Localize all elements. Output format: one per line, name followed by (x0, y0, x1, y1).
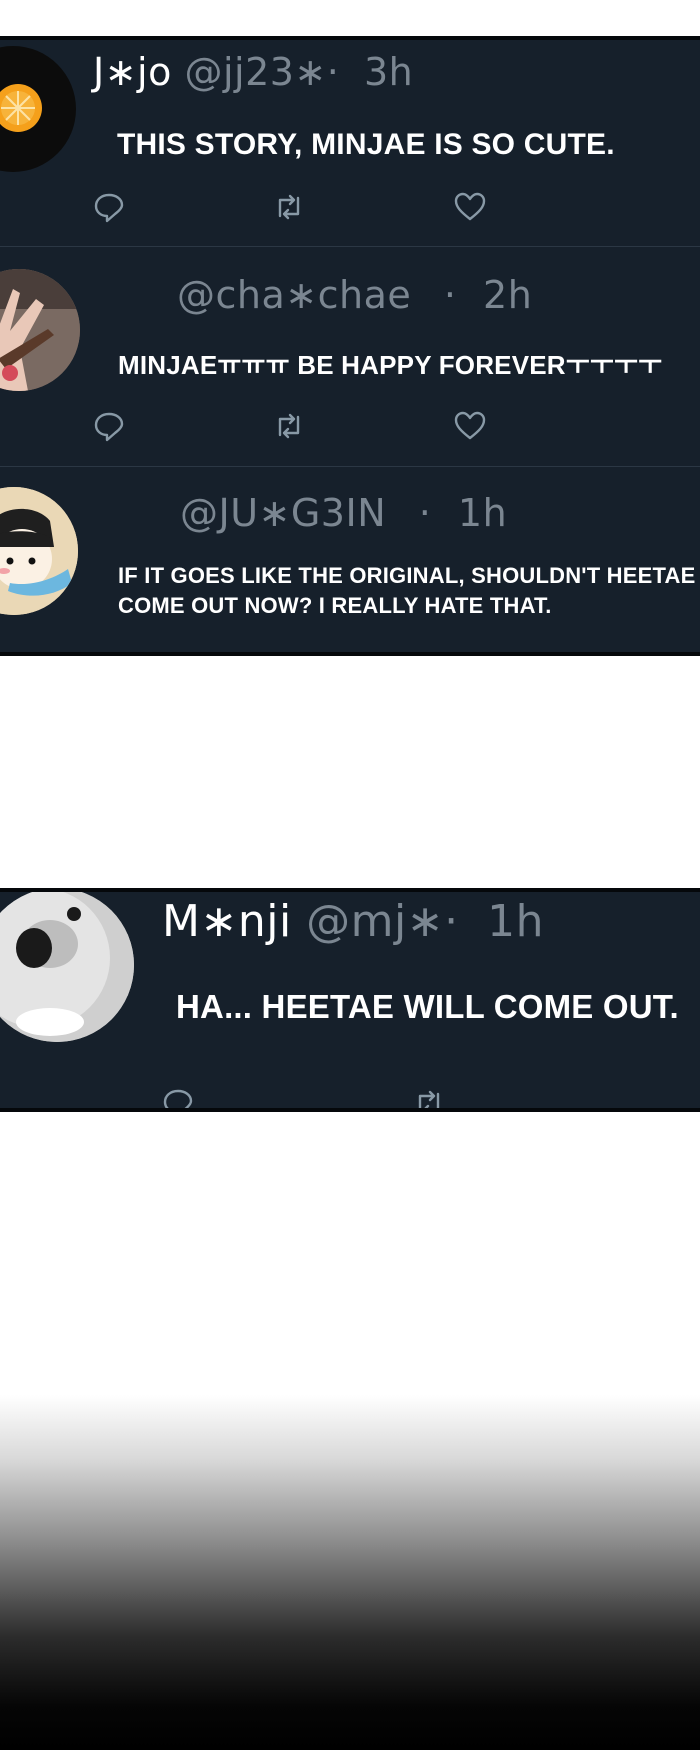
tweet-3-text-line-2: COME OUT NOW? I REALLY HATE THAT. (118, 593, 552, 618)
display-name[interactable]: J∗jo (93, 50, 172, 94)
like-icon (454, 411, 486, 440)
tweet-3-header: @JU∗G3IN · 1h (180, 491, 507, 535)
tweet-2[interactable]: @cha∗chae · 2h MINJAEㅠㅠㅠ BE HAPPY FOREVE… (0, 247, 700, 466)
hand-photo-icon (0, 269, 80, 391)
tweet-thread-panel: J∗jo @jj23∗· 3h THIS STORY, MINJAE IS SO… (0, 36, 700, 656)
separator-dot: · (418, 491, 432, 535)
user-handle[interactable]: @cha∗chae (177, 273, 411, 317)
separator-dot: · (443, 273, 457, 317)
timestamp: 1h (487, 896, 545, 947)
tweet-2-header: @cha∗chae · 2h (177, 273, 532, 317)
avatar-cartoon-face[interactable] (0, 487, 78, 615)
reply-button[interactable] (161, 1086, 195, 1108)
tweet-1-text: THIS STORY, MINJAE IS SO CUTE. (117, 128, 615, 161)
koala-plush-icon (0, 892, 134, 1042)
tweet-3-text: IF IT GOES LIKE THE ORIGINAL, SHOULDN'T … (118, 561, 695, 621)
avatar-koala[interactable] (0, 892, 134, 1042)
like-button[interactable] (453, 409, 487, 443)
display-name[interactable]: M∗nji (162, 896, 292, 947)
cartoon-face-icon (0, 487, 78, 615)
tweet-4[interactable]: M∗nji @mj∗· 1h HA... HEETAE WILL COME OU… (0, 892, 700, 1108)
reply-button[interactable] (92, 409, 126, 443)
timestamp: 2h (483, 273, 533, 317)
bottom-gradient-fade (0, 1395, 700, 1750)
tweet-3[interactable]: @JU∗G3IN · 1h IF IT GOES LIKE THE ORIGIN… (0, 467, 700, 652)
retweet-button[interactable] (412, 1086, 446, 1108)
tweet-1[interactable]: J∗jo @jj23∗· 3h THIS STORY, MINJAE IS SO… (0, 40, 700, 246)
avatar-orange[interactable] (0, 46, 76, 172)
user-handle[interactable]: @jj23∗· (184, 50, 339, 94)
reply-icon (94, 412, 124, 442)
tweet-4-header: M∗nji @mj∗· 1h (162, 896, 544, 947)
retweet-button[interactable] (272, 409, 306, 443)
like-button[interactable] (453, 190, 487, 224)
reply-icon (163, 1089, 193, 1108)
like-icon (454, 192, 486, 221)
tweet-2-text: MINJAEㅠㅠㅠ BE HAPPY FOREVERㅜㅜㅜㅜ (118, 350, 663, 380)
tweet-3-text-line-1: IF IT GOES LIKE THE ORIGINAL, SHOULDN'T … (118, 563, 696, 588)
retweet-icon (278, 413, 300, 439)
avatar-hand-photo[interactable] (0, 269, 80, 391)
tweet-1-header: J∗jo @jj23∗· 3h (93, 50, 413, 94)
tweet-4-text: HA... HEETAE WILL COME OUT. (176, 988, 679, 1025)
timestamp: 1h (457, 491, 508, 535)
retweet-button[interactable] (272, 190, 306, 224)
timestamp: 3h (363, 50, 414, 94)
retweet-icon (278, 194, 300, 220)
tweet-reply-panel: M∗nji @mj∗· 1h HA... HEETAE WILL COME OU… (0, 888, 700, 1112)
user-handle[interactable]: @JU∗G3IN (180, 491, 386, 535)
reply-icon (94, 193, 124, 223)
orange-slice-icon (0, 84, 42, 132)
reply-button[interactable] (92, 190, 126, 224)
user-handle[interactable]: @mj∗· (306, 896, 458, 947)
retweet-icon (418, 1090, 440, 1108)
